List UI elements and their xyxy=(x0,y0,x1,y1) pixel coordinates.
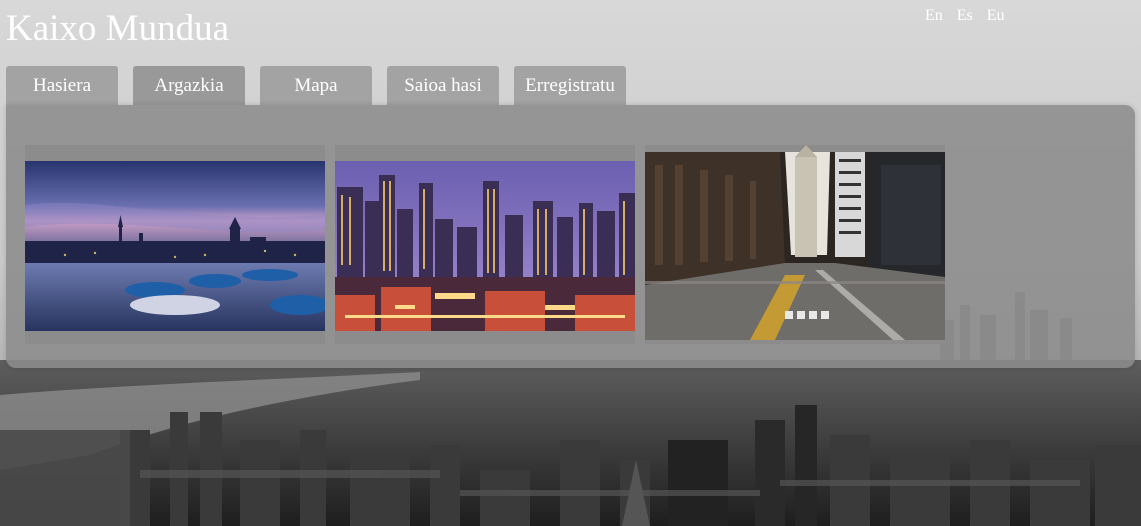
tab-erregistratu[interactable]: Erregistratu xyxy=(514,66,626,105)
tab-hasiera[interactable]: Hasiera xyxy=(6,66,118,105)
photo-thumbnail-street[interactable] xyxy=(645,145,945,344)
photo-thumbnail-harbor[interactable] xyxy=(25,145,325,344)
main-nav-tabs: Hasiera Argazkia Mapa Saioa hasi Erregis… xyxy=(6,66,626,105)
site-title: Kaixo Mundua xyxy=(6,8,229,49)
language-switcher: En Es Eu xyxy=(925,7,1005,25)
language-en-link[interactable]: En xyxy=(925,7,943,25)
tab-saioa-hasi[interactable]: Saioa hasi xyxy=(387,66,499,105)
tab-argazkia[interactable]: Argazkia xyxy=(133,66,245,105)
street-photo xyxy=(645,145,945,344)
harbor-photo xyxy=(25,145,325,344)
skyline-photo xyxy=(335,145,635,344)
language-eu-link[interactable]: Eu xyxy=(987,7,1005,25)
language-es-link[interactable]: Es xyxy=(957,7,973,25)
photo-thumbnail-skyline[interactable] xyxy=(335,145,635,344)
content-panel xyxy=(6,105,1135,368)
photo-gallery xyxy=(25,145,945,344)
tab-mapa[interactable]: Mapa xyxy=(260,66,372,105)
